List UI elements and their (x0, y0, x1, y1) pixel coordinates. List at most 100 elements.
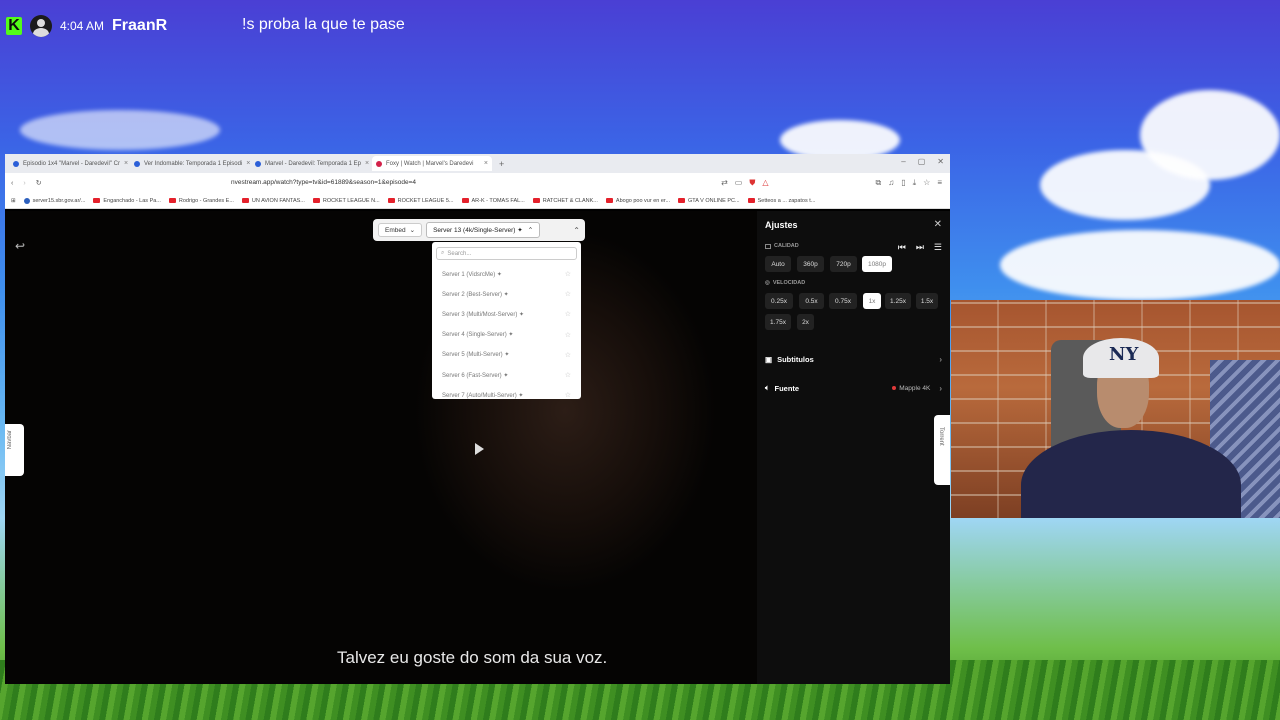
source-menu-item[interactable]: 🔈︎ Fuente Mapple 4K › (765, 381, 942, 395)
speed-option-selected[interactable]: 1x (863, 293, 881, 309)
back-icon[interactable]: ‹ (11, 180, 13, 187)
bookmark-item[interactable]: Rodrigo - Grandes E... (168, 198, 234, 204)
bookmark-icon[interactable]: ☆ (923, 178, 930, 188)
close-tab-icon[interactable]: × (246, 160, 250, 167)
server-select[interactable]: Server 13 (4k/Single-Server) ✦ ⌃ (426, 222, 541, 238)
server-option[interactable]: Server 7 (Auto/Multi-Server) ✦ ☆ (432, 385, 581, 399)
menu-icon[interactable]: ≡ (937, 178, 942, 188)
bookmark-label: UN AVION FANTAS... (251, 197, 305, 204)
speed-label: VELOCIDAD (772, 280, 806, 286)
youtube-icon (532, 198, 540, 203)
speed-option[interactable]: 0.75x (829, 293, 857, 309)
speed-option[interactable]: 0.5x (799, 293, 824, 309)
star-icon[interactable]: ☆ (565, 290, 571, 298)
play-icon[interactable] (475, 443, 484, 455)
quality-option-1080p[interactable]: 1080p (862, 256, 892, 272)
bookmark-item[interactable]: AR-K - TOMAS FAL... (461, 197, 525, 204)
server-selector-bar: Embed ⌄ Server 13 (4k/Single-Server) ✦ ⌃… (373, 219, 585, 241)
server-option[interactable]: Server 5 (Multi-Server) ✦ ☆ (432, 345, 581, 365)
sidebar-icon[interactable]: ▯ (901, 178, 905, 188)
back-arrow-icon[interactable]: ↩ (15, 239, 25, 253)
bookmark-label: server15.sbr.gov.ar/... (32, 197, 86, 204)
bookmark-item[interactable]: ROCKET LEAGUE 5... (387, 197, 454, 204)
youtube-icon (678, 198, 686, 203)
bookmark-item[interactable]: Setteos a ... zapatos t... (747, 198, 815, 204)
server-option[interactable]: Server 4 (Single-Server) ✦ ☆ (432, 325, 581, 345)
forward-icon[interactable]: › (23, 180, 25, 187)
close-tab-icon[interactable]: × (484, 160, 488, 167)
star-icon[interactable]: ☆ (565, 371, 571, 379)
server-option[interactable]: Server 2 (Best-Server) ✦ ☆ (432, 284, 581, 304)
source-label: Fuente (774, 383, 800, 393)
browser-tab-active[interactable]: Foxy | Watch | Marvel's Daredevi × (372, 156, 492, 171)
bookmark-item[interactable]: UN AVION FANTAS... (241, 197, 305, 204)
quality-option-720p[interactable]: 720p (830, 256, 857, 272)
server-option[interactable]: Server 1 (VidsrcMe) ✦ ☆ (432, 264, 581, 284)
server-option[interactable]: Server 6 (Fast-Server) ✦ ☆ (432, 365, 581, 385)
quality-icon (765, 243, 771, 249)
speed-option[interactable]: 1.25x (885, 293, 911, 309)
bookmark-label: RATCHET & CLANK... (542, 197, 598, 204)
bookmark-label: AR-K - TOMAS FAL... (471, 197, 525, 204)
close-tab-icon[interactable]: × (365, 160, 369, 167)
close-window-icon[interactable]: ✕ (937, 157, 944, 166)
reload-icon[interactable]: ↻ (36, 179, 42, 187)
bookmark-item[interactable]: ROCKET LEAGUE N... (312, 198, 380, 204)
kick-logo: K (6, 17, 22, 35)
browser-tab[interactable]: Episodio 1x4 "Marvel - Daredevil" Cr × (9, 156, 129, 171)
browser-tab[interactable]: Ver Indomable: Temporada 1 Episodi × (130, 156, 250, 171)
bookmark-item[interactable]: GTA V ONLINE PC... (678, 198, 740, 204)
quality-option-360p[interactable]: 360p (797, 256, 824, 272)
browser-tab[interactable]: Marvel - Daredevil: Temporada 1 Ep × (251, 156, 371, 171)
bookmark-item[interactable]: Abogo poo vur en er... (605, 198, 670, 204)
star-icon[interactable]: ☆ (565, 270, 571, 278)
apps-grid-icon[interactable]: ⊞ (11, 198, 16, 204)
new-tab-icon[interactable]: + (499, 159, 504, 169)
speed-option[interactable]: 0.25x (765, 293, 793, 309)
speed-option[interactable]: 1.75x (765, 314, 791, 330)
server-search-input[interactable]: ⌕ Search... (436, 247, 577, 260)
server-dropdown: ⌕ Search... Server 1 (VidsrcMe) ✦ ☆ Serve… (432, 242, 581, 399)
chevron-down-icon: ⌄ (409, 227, 416, 234)
restore-icon[interactable]: ▢ (918, 157, 926, 166)
bookmark-item[interactable]: Enganchado - Las Pa... (93, 198, 161, 204)
extensions-icon[interactable]: ⧉ (875, 178, 881, 188)
screen-icon[interactable]: ▭ (735, 178, 743, 188)
shield-icon[interactable]: ⛊ (749, 178, 755, 188)
status-dot-icon (892, 386, 897, 390)
minimize-icon[interactable]: – (901, 157, 905, 166)
site-favicon-icon (376, 160, 382, 167)
torrent-toggle[interactable]: Torrent (934, 415, 950, 485)
navbar-toggle[interactable]: Navbar (5, 424, 24, 476)
server-option[interactable]: Server 3 (Multi/Most-Server) ✦ ☆ (432, 304, 581, 324)
speed-option[interactable]: 1.5x (916, 293, 938, 309)
star-icon[interactable]: ☆ (565, 391, 571, 399)
skip-next-icon[interactable]: ⏭ (916, 242, 924, 253)
quality-option-auto[interactable]: Auto (765, 256, 791, 272)
translate-icon[interactable]: ⇄ (721, 178, 728, 188)
subtitles-menu-item[interactable]: ▣ Subtitulos › (765, 352, 942, 366)
star-icon[interactable]: ☆ (565, 331, 571, 339)
search-placeholder: Search... (447, 250, 472, 257)
bookmark-item[interactable]: RATCHET & CLANK... (532, 197, 598, 204)
player-controls: ⏮ ⏭ ☰ (898, 242, 942, 253)
embed-button[interactable]: Embed ⌄ (378, 223, 423, 237)
video-player[interactable]: ↩ Talvez eu goste do som da sua voz. Nav… (5, 211, 757, 684)
collapse-icon[interactable]: ⌃ (573, 226, 580, 235)
list-icon[interactable]: ☰ (934, 242, 942, 253)
star-icon[interactable]: ☆ (565, 351, 571, 359)
url-field[interactable]: nvestream.app/watch?type=tv&id=61889&sea… (231, 179, 416, 186)
browser-window: Episodio 1x4 "Marvel - Daredevil" Cr × V… (5, 154, 950, 684)
globe-icon (13, 160, 19, 167)
close-tab-icon[interactable]: × (124, 160, 128, 167)
bookmark-item[interactable]: server15.sbr.gov.ar/... (23, 197, 86, 204)
warning-icon[interactable]: △ (762, 178, 768, 188)
speed-option[interactable]: 2x (797, 314, 814, 330)
close-icon[interactable]: ✕ (934, 219, 942, 230)
star-icon[interactable]: ☆ (565, 310, 571, 318)
music-icon[interactable]: ♫ (888, 178, 894, 188)
download-icon[interactable]: ⤓ (913, 178, 917, 188)
skip-previous-icon[interactable]: ⏮ (898, 242, 906, 253)
youtube-icon (93, 198, 101, 203)
bookmark-label: ROCKET LEAGUE 5... (397, 197, 454, 204)
